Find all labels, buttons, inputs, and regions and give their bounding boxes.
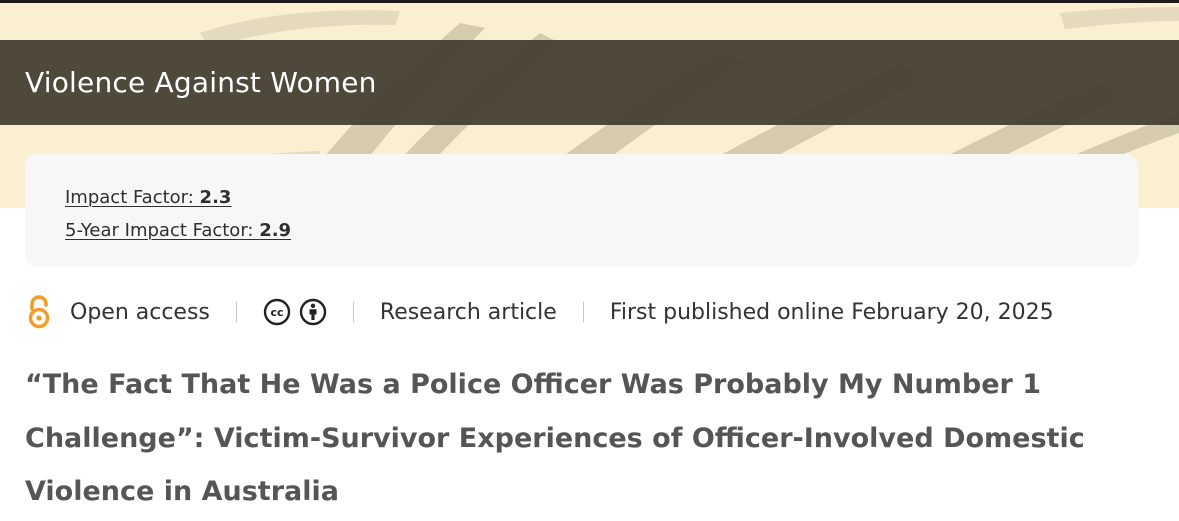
journal-title[interactable]: Violence Against Women bbox=[25, 66, 377, 99]
cc-icon: cc bbox=[263, 298, 291, 326]
divider bbox=[582, 302, 584, 322]
license-icons[interactable]: cc bbox=[263, 298, 327, 326]
five-year-impact-factor-value: 2.9 bbox=[259, 220, 292, 241]
metrics-card: Impact Factor: 2.3 5-Year Impact Factor:… bbox=[25, 154, 1138, 267]
five-year-impact-factor-label: 5-Year Impact Factor: bbox=[65, 220, 260, 241]
article-meta-row: Open access cc Research article First pu… bbox=[25, 292, 1054, 332]
open-access-label: Open access bbox=[70, 299, 210, 325]
impact-factor-value: 2.3 bbox=[199, 187, 232, 208]
divider bbox=[352, 302, 354, 322]
divider bbox=[235, 302, 237, 322]
page: Violence Against Women Impact Factor: 2.… bbox=[0, 0, 1179, 521]
article-title: “The Fact That He Was a Police Officer W… bbox=[25, 369, 1085, 507]
impact-factor-label: Impact Factor: bbox=[65, 187, 200, 208]
impact-factor-link[interactable]: Impact Factor: 2.3 bbox=[65, 181, 231, 214]
publication-date: First published online February 20, 2025 bbox=[609, 299, 1054, 325]
attribution-icon bbox=[299, 298, 327, 326]
open-access-icon bbox=[25, 294, 53, 330]
article-type: Research article bbox=[379, 299, 557, 325]
svg-text:cc: cc bbox=[270, 306, 283, 319]
five-year-impact-factor-link[interactable]: 5-Year Impact Factor: 2.9 bbox=[65, 214, 291, 247]
journal-title-bar: Violence Against Women bbox=[0, 40, 1179, 125]
